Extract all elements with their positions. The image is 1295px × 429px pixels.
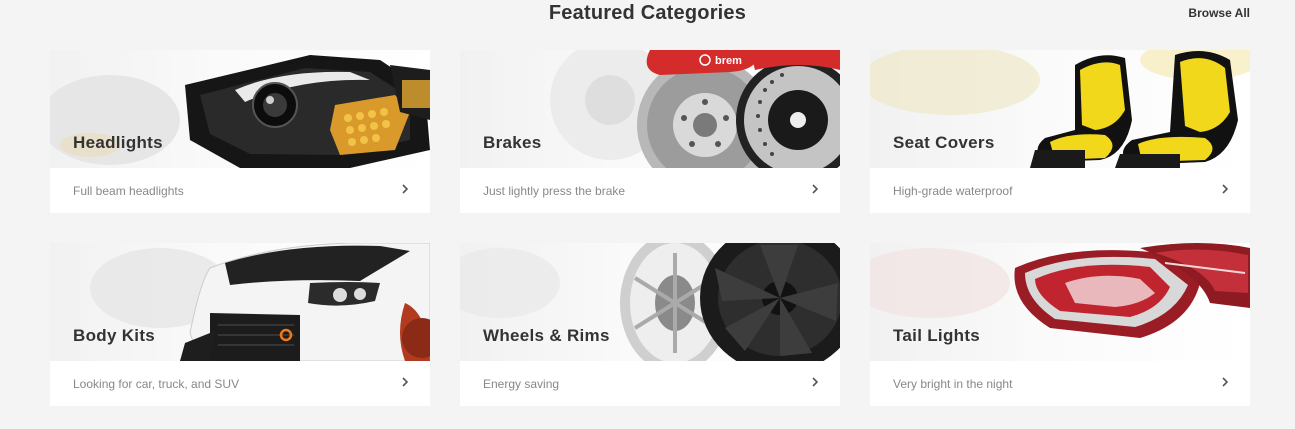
racing-seat-image: Seat Covers [870,50,1250,168]
chevron-right-icon[interactable] [1218,182,1232,196]
category-card-headlights[interactable]: Headlights Full beam headlights [50,50,430,213]
chevron-right-icon[interactable] [1218,375,1232,389]
chevron-right-icon[interactable] [808,375,822,389]
headlight-image: Headlights [50,50,430,168]
category-card-body-kits[interactable]: Body Kits Looking for car, truck, and SU… [50,243,430,406]
category-footer: Energy saving [460,361,840,406]
category-title: Body Kits [73,326,156,345]
category-card-tail-lights[interactable]: Tail Lights Very bright in the night [870,243,1250,406]
category-description: High-grade waterproof [893,184,1013,198]
caliper-brand-text: brem [715,55,742,67]
category-footer: Looking for car, truck, and SUV [50,361,430,406]
category-title: Wheels & Rims [483,326,610,345]
tail-light-image: Tail Lights [870,243,1250,361]
category-card-brakes[interactable]: brem Brakes Just lightly press the brake [460,50,840,213]
category-title: Brakes [483,133,542,152]
chevron-right-icon[interactable] [808,182,822,196]
category-footer: Just lightly press the brake [460,168,840,213]
category-footer: Full beam headlights [50,168,430,213]
category-description: Very bright in the night [893,377,1013,391]
chevron-right-icon[interactable] [398,375,412,389]
category-title: Headlights [73,133,163,152]
category-description: Just lightly press the brake [483,184,626,198]
category-description: Full beam headlights [73,184,184,198]
category-footer: High-grade waterproof [870,168,1250,213]
chevron-right-icon[interactable] [398,182,412,196]
section-title: Featured Categories [548,2,747,24]
category-card-seat-covers[interactable]: Seat Covers High-grade waterproof [870,50,1250,213]
section-header: Featured Categories Browse All [0,0,1295,40]
category-title: Tail Lights [893,326,981,345]
car-front-image: Body Kits [50,243,430,361]
brake-disc-image: brem Brakes [460,50,840,168]
wheel-rim-image: Wheels & Rims [460,243,840,361]
browse-all-link[interactable]: Browse All [1188,6,1250,20]
category-footer: Very bright in the night [870,361,1250,406]
category-card-wheels-rims[interactable]: Wheels & Rims Energy saving [460,243,840,406]
category-description: Looking for car, truck, and SUV [73,377,240,391]
category-title: Seat Covers [893,133,995,152]
category-description: Energy saving [483,377,560,391]
